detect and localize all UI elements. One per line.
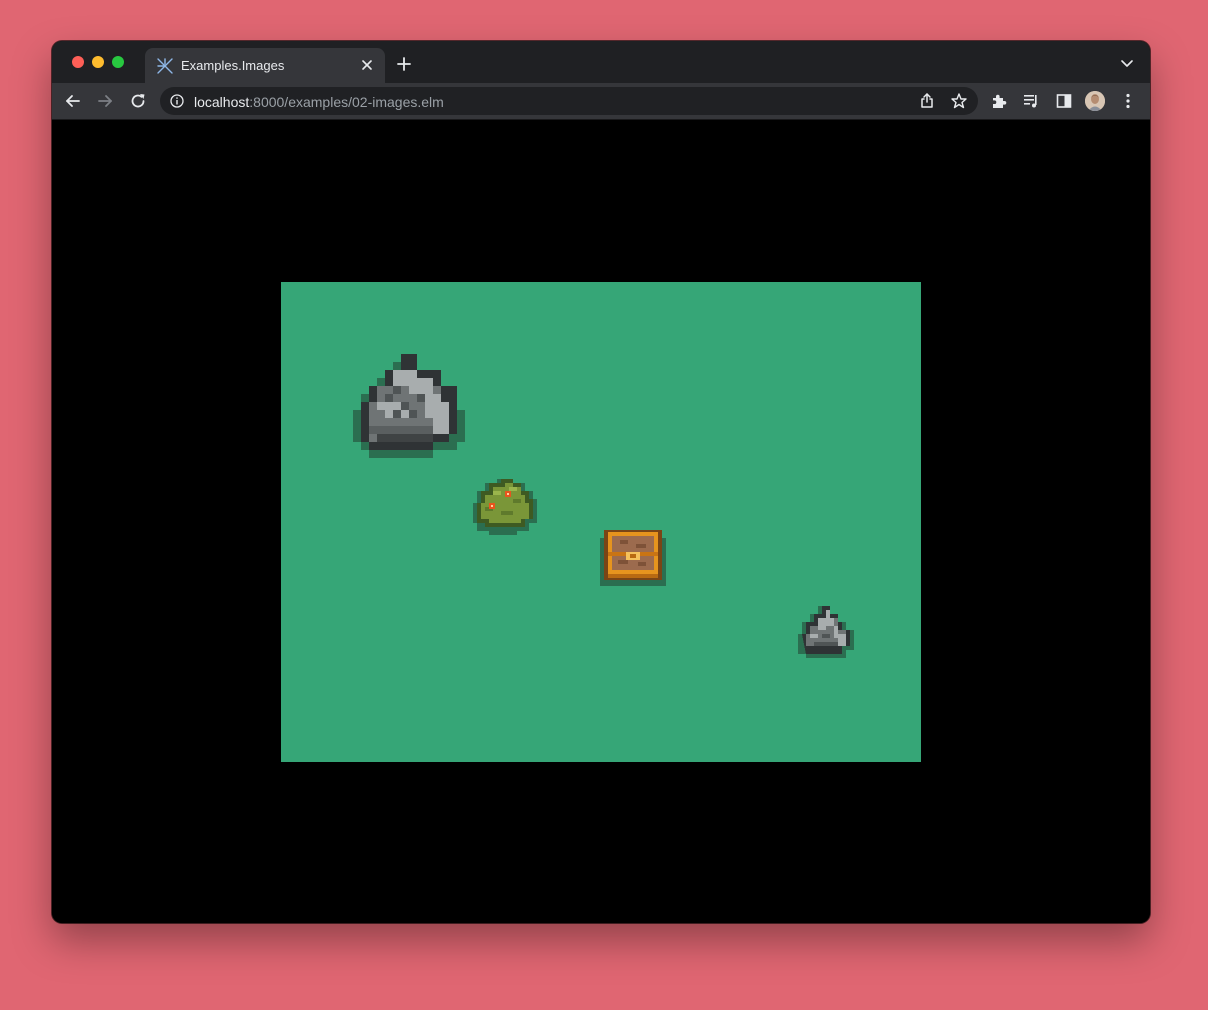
tab-bar: Examples.Images [52,41,1150,83]
side-panel-icon[interactable] [1055,92,1073,110]
small-rock-sprite [798,606,854,658]
close-window-button[interactable] [72,56,84,68]
address-bar[interactable]: localhost:8000/examples/02-images.elm [160,87,978,115]
treasure-chest-sprite [600,530,666,586]
page-viewport [52,120,1150,923]
reload-icon[interactable] [129,92,147,110]
close-tab-icon[interactable] [360,58,374,72]
url-path: :8000/examples/02-images.elm [249,94,444,110]
profile-photo-icon [1085,91,1105,111]
more-menu-icon[interactable] [1119,92,1137,110]
browser-toolbar: localhost:8000/examples/02-images.elm [52,83,1150,120]
berry-bush-sprite [473,479,537,535]
url-text: localhost:8000/examples/02-images.elm [194,94,444,110]
new-tab-icon[interactable] [397,57,411,71]
bookmark-star-icon[interactable] [950,92,968,110]
minimize-window-button[interactable] [92,56,104,68]
elm-favicon-icon [157,58,173,74]
info-icon[interactable] [170,94,184,108]
forward-arrow-icon[interactable] [96,92,114,110]
share-icon[interactable] [918,92,936,110]
large-rock-sprite [353,354,465,458]
extensions-puzzle-icon[interactable] [990,92,1008,110]
profile-avatar[interactable] [1085,91,1105,111]
url-host: localhost [194,94,250,110]
game-canvas[interactable] [281,282,921,762]
tab-title: Examples.Images [181,58,285,73]
maximize-window-button[interactable] [112,56,124,68]
tab-examples-images[interactable]: Examples.Images [145,48,385,83]
media-playlist-icon[interactable] [1022,92,1040,110]
back-arrow-icon[interactable] [64,92,82,110]
chevron-down-icon[interactable] [1121,60,1133,68]
browser-window: Examples.Images localhost:8000/examples/… [52,41,1150,923]
